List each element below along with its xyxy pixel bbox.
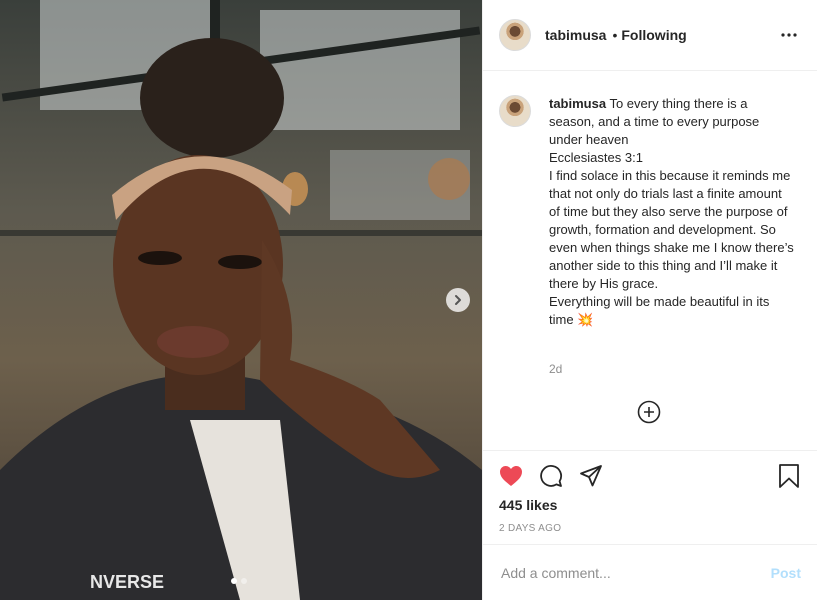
load-more-comments-button[interactable] (637, 400, 661, 424)
caption-text-block: tabimusa To every thing there is a seaso… (549, 95, 794, 329)
post-comment-button[interactable]: Post (771, 565, 801, 581)
carousel-indicator (231, 578, 247, 584)
carousel-dot-active (231, 578, 237, 584)
more-horizontal-icon (781, 33, 797, 37)
person-illustration: NVERSE (0, 38, 482, 600)
post-dialog: NVERSE tabimusa • Following tabimusa To … (0, 0, 817, 600)
plus-circle-icon (637, 400, 661, 424)
avatar[interactable] (499, 19, 531, 51)
carousel-dot (241, 578, 247, 584)
svg-text:NVERSE: NVERSE (90, 572, 164, 592)
save-button[interactable] (777, 464, 801, 488)
like-button[interactable] (499, 464, 523, 488)
comment-button[interactable] (539, 464, 563, 488)
caption-username[interactable]: tabimusa (549, 96, 606, 111)
actions-section: 445 likes 2 DAYS AGO (483, 450, 817, 534)
caption-avatar[interactable] (499, 95, 531, 127)
caption-body: To every thing there is a season, and a … (549, 96, 794, 327)
post-photo[interactable]: NVERSE (0, 0, 482, 600)
username-link[interactable]: tabimusa (545, 27, 606, 43)
next-photo-button[interactable] (446, 288, 470, 312)
action-bar (483, 451, 817, 501)
caption-timestamp[interactable]: 2d (549, 362, 562, 376)
comment-form: Post (483, 544, 817, 600)
more-options-button[interactable] (777, 23, 801, 47)
post-sidebar: tabimusa • Following tabimusa To every t… (482, 0, 817, 600)
likes-count[interactable]: 445 likes (483, 497, 817, 513)
comment-input[interactable] (499, 563, 771, 582)
post-date[interactable]: 2 DAYS AGO (483, 523, 817, 534)
bookmark-icon (779, 464, 799, 488)
separator-dot: • (612, 27, 618, 43)
post-header: tabimusa • Following (483, 0, 817, 71)
caption: tabimusa To every thing there is a seaso… (499, 95, 801, 329)
following-button[interactable]: Following (621, 27, 686, 43)
share-icon (580, 465, 602, 487)
share-button[interactable] (579, 464, 603, 488)
heart-filled-icon (500, 466, 522, 486)
comment-icon (540, 465, 562, 487)
chevron-right-icon (455, 295, 461, 305)
